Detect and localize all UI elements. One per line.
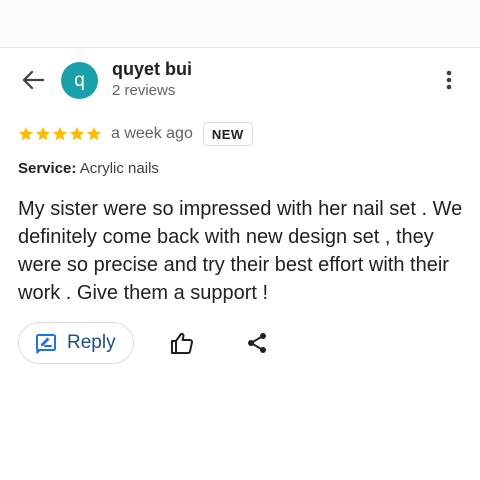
star-rating bbox=[18, 126, 102, 142]
review-time: a week ago bbox=[111, 125, 193, 142]
avatar[interactable]: q bbox=[61, 62, 98, 99]
share-icon bbox=[248, 333, 266, 353]
reply-edit-icon bbox=[36, 334, 56, 354]
share-button[interactable] bbox=[246, 331, 268, 355]
star-icon bbox=[87, 127, 101, 141]
like-button[interactable] bbox=[170, 331, 194, 355]
new-badge: NEW bbox=[202, 122, 253, 146]
arrow-left-icon bbox=[22, 70, 44, 90]
author-review-count: 2 reviews bbox=[112, 82, 176, 99]
star-icon bbox=[19, 127, 33, 141]
reply-button[interactable]: Reply bbox=[18, 322, 134, 364]
service-label: Service: bbox=[18, 160, 77, 177]
author-name[interactable]: quyet bui bbox=[112, 59, 192, 80]
star-icon bbox=[36, 127, 50, 141]
thumbs-up-icon bbox=[171, 332, 193, 354]
service-value: Acrylic nails bbox=[79, 160, 159, 177]
rating-row: a week ago NEW bbox=[18, 122, 253, 146]
reply-label: Reply bbox=[67, 332, 116, 353]
service-row: Service: Acrylic nails bbox=[18, 160, 159, 177]
back-button[interactable] bbox=[20, 68, 46, 92]
star-icon bbox=[70, 127, 84, 141]
more-vertical-icon bbox=[446, 70, 452, 90]
top-bar bbox=[0, 0, 480, 48]
review-text: My sister were so impressed with her nai… bbox=[18, 198, 463, 304]
more-options-button[interactable] bbox=[440, 68, 458, 92]
star-icon bbox=[53, 127, 67, 141]
reply-icon-wrap bbox=[35, 332, 57, 354]
avatar-initial: q bbox=[74, 69, 85, 91]
